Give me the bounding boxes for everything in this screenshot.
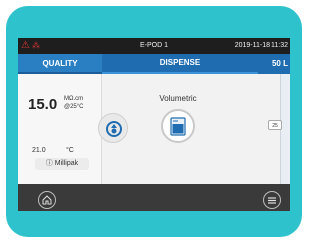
menu-button[interactable] [263, 191, 281, 209]
reference-temp: @25°C [64, 104, 84, 110]
info-icon: ⓘ [45, 160, 53, 167]
screen: ⚠ ⁂ E-POD 1 2019-11-18 11:32 QUALITY DIS… [18, 38, 290, 211]
resistivity-value: 15.0 [28, 96, 58, 113]
menu-icon [268, 197, 276, 204]
volume-readout: 50 L [271, 59, 288, 68]
millipak-badge[interactable]: ⓘ Millipak [35, 158, 89, 170]
slider-badge: 25 [268, 120, 282, 130]
recirculation-icon [106, 121, 122, 137]
volumetric-button[interactable] [161, 109, 195, 143]
bottom-bar [18, 184, 290, 211]
volumetric-icon [170, 117, 186, 136]
volumetric-label: Volumetric [159, 94, 197, 103]
tab-dispense[interactable]: DISPENSE [102, 54, 258, 74]
recirculation-button[interactable] [98, 113, 128, 143]
home-icon [42, 195, 52, 205]
tab-bar: QUALITY DISPENSE 50 L [18, 54, 290, 74]
temperature-value: 21.0 [32, 147, 46, 154]
quality-panel[interactable]: 15.0 MΩ.cm @25°C 21.0 °C ⓘ Millipak [18, 74, 102, 184]
pak-label: Millipak [54, 160, 79, 167]
status-time: 11:32 [271, 42, 288, 49]
temperature-unit: °C [66, 147, 74, 154]
resistivity-unit: MΩ.cm [64, 96, 84, 102]
home-button[interactable] [38, 191, 56, 209]
status-bar: ⚠ ⁂ E-POD 1 2019-11-18 11:32 [18, 38, 290, 54]
tab-quality[interactable]: QUALITY [18, 54, 102, 74]
status-date: 2019-11-18 [234, 42, 270, 49]
